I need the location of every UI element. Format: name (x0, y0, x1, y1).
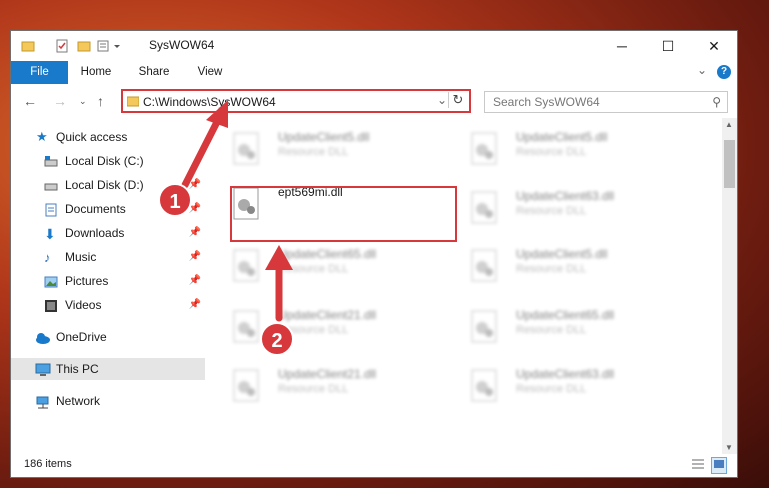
step-2-badge: 2 (260, 322, 294, 356)
arrow-1-head (206, 100, 228, 128)
arrow-1-shaft (181, 116, 222, 189)
arrow-2-head (265, 245, 293, 270)
step-1-badge: 1 (158, 183, 192, 217)
annotation-arrows (181, 100, 293, 322)
